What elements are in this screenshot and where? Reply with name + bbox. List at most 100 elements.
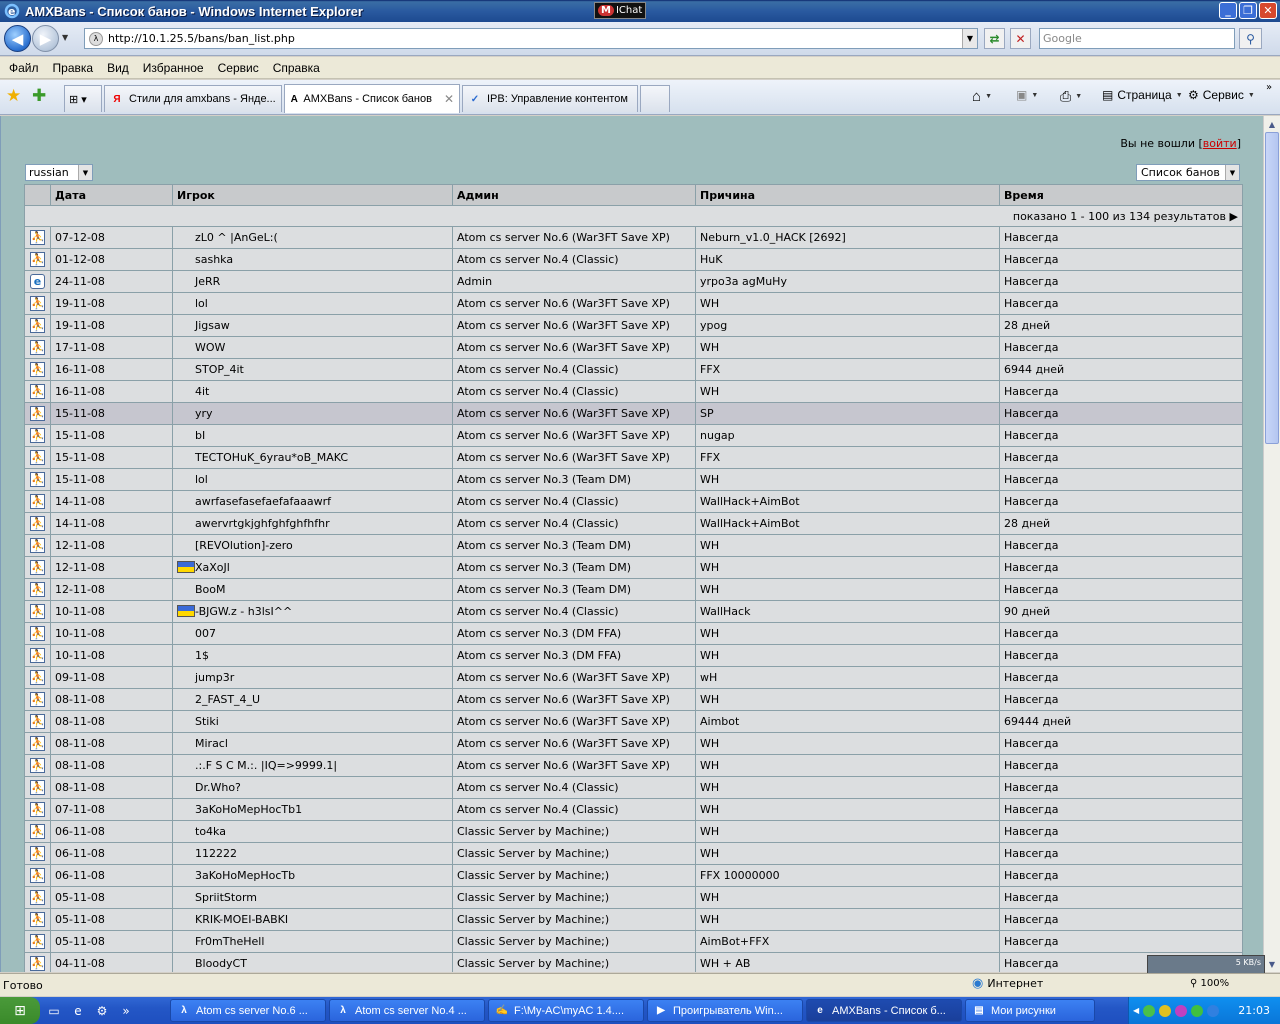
forward-button[interactable]: ▶ [32, 25, 59, 52]
tray-messenger-icon[interactable] [1175, 1004, 1188, 1017]
menu-edit[interactable]: Правка [46, 61, 101, 75]
game-player-icon[interactable]: ⛹ [30, 472, 45, 487]
row-icon-cell[interactable]: ⛹ [24, 380, 51, 403]
row-icon-cell[interactable]: ⛹ [24, 402, 51, 425]
ban-player[interactable]: 3aKoHoMepHocTb [172, 864, 453, 887]
game-player-icon[interactable]: ⛹ [30, 362, 45, 377]
ie-quicklaunch-icon[interactable]: e [68, 1001, 88, 1021]
game-player-icon[interactable]: ⛹ [30, 450, 45, 465]
ban-player[interactable]: STOP_4it [172, 358, 453, 381]
tray-app-icon[interactable] [1159, 1004, 1172, 1017]
back-button[interactable]: ◀ [4, 25, 31, 52]
minimize-button[interactable]: _ [1219, 2, 1237, 19]
game-player-icon[interactable]: ⛹ [30, 934, 45, 949]
ban-player[interactable]: 007 [172, 622, 453, 645]
game-player-icon[interactable]: ⛹ [30, 890, 45, 905]
row-icon-cell[interactable]: ⛹ [24, 732, 51, 755]
row-icon-cell[interactable]: ⛹ [24, 688, 51, 711]
row-icon-cell[interactable]: ⛹ [24, 622, 51, 645]
print-button[interactable]: ⎙ ▼ [1060, 88, 1082, 105]
taskbar-button[interactable]: ▤ Мои рисунки [965, 999, 1095, 1022]
row-icon-cell[interactable]: ⛹ [24, 446, 51, 469]
row-icon-cell[interactable]: ⛹ [24, 556, 51, 579]
row-icon-cell[interactable]: ⛹ [24, 336, 51, 359]
quick-tabs-button[interactable]: ⊞ ▾ [64, 85, 102, 112]
login-link[interactable]: войти [1203, 137, 1237, 150]
list-select[interactable]: Список банов ▼ [1136, 164, 1240, 181]
game-player-icon[interactable]: ⛹ [30, 406, 45, 421]
game-player-icon[interactable]: ⛹ [30, 604, 45, 619]
tray-app-icon[interactable] [1191, 1004, 1204, 1017]
game-player-icon[interactable]: ⛹ [30, 230, 45, 245]
ban-player[interactable]: 2_FAST_4_U [172, 688, 453, 711]
menu-view[interactable]: Вид [100, 61, 136, 75]
language-select[interactable]: russian ▼ [25, 164, 93, 181]
ban-player[interactable]: 4it [172, 380, 453, 403]
row-icon-cell[interactable]: ⛹ [24, 754, 51, 777]
row-icon-cell[interactable]: ⛹ [24, 666, 51, 689]
stop-button[interactable]: ✕ [1010, 28, 1031, 49]
row-icon-cell[interactable]: ⛹ [24, 842, 51, 865]
game-player-icon[interactable]: ⛹ [30, 758, 45, 773]
feeds-button[interactable]: ▣ ▼ [1016, 88, 1038, 102]
header-reason[interactable]: Причина [695, 184, 1000, 206]
ban-player[interactable]: Jigsaw [172, 314, 453, 337]
row-icon-cell[interactable]: ⛹ [24, 468, 51, 491]
row-icon-cell[interactable]: ⛹ [24, 578, 51, 601]
game-player-icon[interactable]: ⛹ [30, 582, 45, 597]
url-dropdown-icon[interactable]: ▼ [962, 29, 977, 48]
ban-player[interactable]: jump3r [172, 666, 453, 689]
zoom-control[interactable]: ⚲ 100% [1190, 978, 1229, 989]
close-button[interactable]: ✕ [1259, 2, 1277, 19]
row-icon-cell[interactable]: ⛹ [24, 512, 51, 535]
ban-player[interactable]: yry [172, 402, 453, 425]
search-input[interactable]: Google [1039, 28, 1235, 49]
row-icon-cell[interactable]: ⛹ [24, 292, 51, 315]
row-icon-cell[interactable]: ⛹ [24, 358, 51, 381]
game-player-icon[interactable]: ⛹ [30, 714, 45, 729]
row-icon-cell[interactable]: ⛹ [24, 908, 51, 931]
ban-player[interactable]: 112222 [172, 842, 453, 865]
header-admin[interactable]: Админ [452, 184, 696, 206]
game-player-icon[interactable]: ⛹ [30, 736, 45, 751]
game-player-icon[interactable]: ⛹ [30, 648, 45, 663]
menu-file[interactable]: Файл [2, 61, 46, 75]
ban-player[interactable]: Miracl [172, 732, 453, 755]
scroll-down-icon[interactable]: ▼ [1265, 957, 1279, 971]
ban-player[interactable]: WOW [172, 336, 453, 359]
favorites-star-icon[interactable]: ★ [6, 86, 21, 106]
row-icon-cell[interactable]: ⛹ [24, 886, 51, 909]
ban-player[interactable]: Fr0mTheHell [172, 930, 453, 953]
ban-player[interactable]: JeRR [172, 270, 453, 293]
url-input[interactable]: λ http://10.1.25.5/bans/ban_list.php ▼ [84, 28, 978, 49]
ban-player[interactable]: awrfasefasefaefafaaawrf [172, 490, 453, 513]
tools-menu-button[interactable]: ⚙ Сервис ▼ [1188, 88, 1255, 102]
game-player-icon[interactable]: ⛹ [30, 252, 45, 267]
vertical-scrollbar[interactable]: ▲ ▼ [1263, 116, 1280, 972]
game-player-icon[interactable]: ⛹ [30, 956, 45, 971]
ban-player[interactable]: to4ka [172, 820, 453, 843]
row-icon-cell[interactable]: e [24, 270, 51, 293]
ban-player[interactable]: zL0 ^ |AnGeL:( [172, 226, 453, 249]
game-player-icon[interactable]: ⛹ [30, 780, 45, 795]
game-player-icon[interactable]: ⛹ [30, 912, 45, 927]
row-icon-cell[interactable]: ⛹ [24, 314, 51, 337]
menu-favorites[interactable]: Избранное [136, 61, 211, 75]
start-button[interactable]: ⊞ [0, 997, 40, 1024]
ban-player[interactable]: sashka [172, 248, 453, 271]
tray-network-icon[interactable] [1207, 1004, 1220, 1017]
game-player-icon[interactable]: ⛹ [30, 538, 45, 553]
row-icon-cell[interactable]: ⛹ [24, 644, 51, 667]
tab-close-icon[interactable]: ✕ [444, 92, 454, 106]
game-player-icon[interactable]: ⛹ [30, 670, 45, 685]
row-icon-cell[interactable]: ⛹ [24, 798, 51, 821]
row-icon-cell[interactable]: ⛹ [24, 490, 51, 513]
ban-player[interactable]: KRIK-MOEI-BABKI [172, 908, 453, 931]
game-player-icon[interactable]: ⛹ [30, 560, 45, 575]
game-player-icon[interactable]: ⛹ [30, 692, 45, 707]
game-player-icon[interactable]: ⛹ [30, 626, 45, 641]
quicklaunch-more-icon[interactable]: » [116, 1001, 136, 1021]
row-icon-cell[interactable]: ⛹ [24, 248, 51, 271]
tab-ipb-content[interactable]: ✓ IPB: Управление контентом [462, 85, 638, 112]
game-player-icon[interactable]: ⛹ [30, 516, 45, 531]
